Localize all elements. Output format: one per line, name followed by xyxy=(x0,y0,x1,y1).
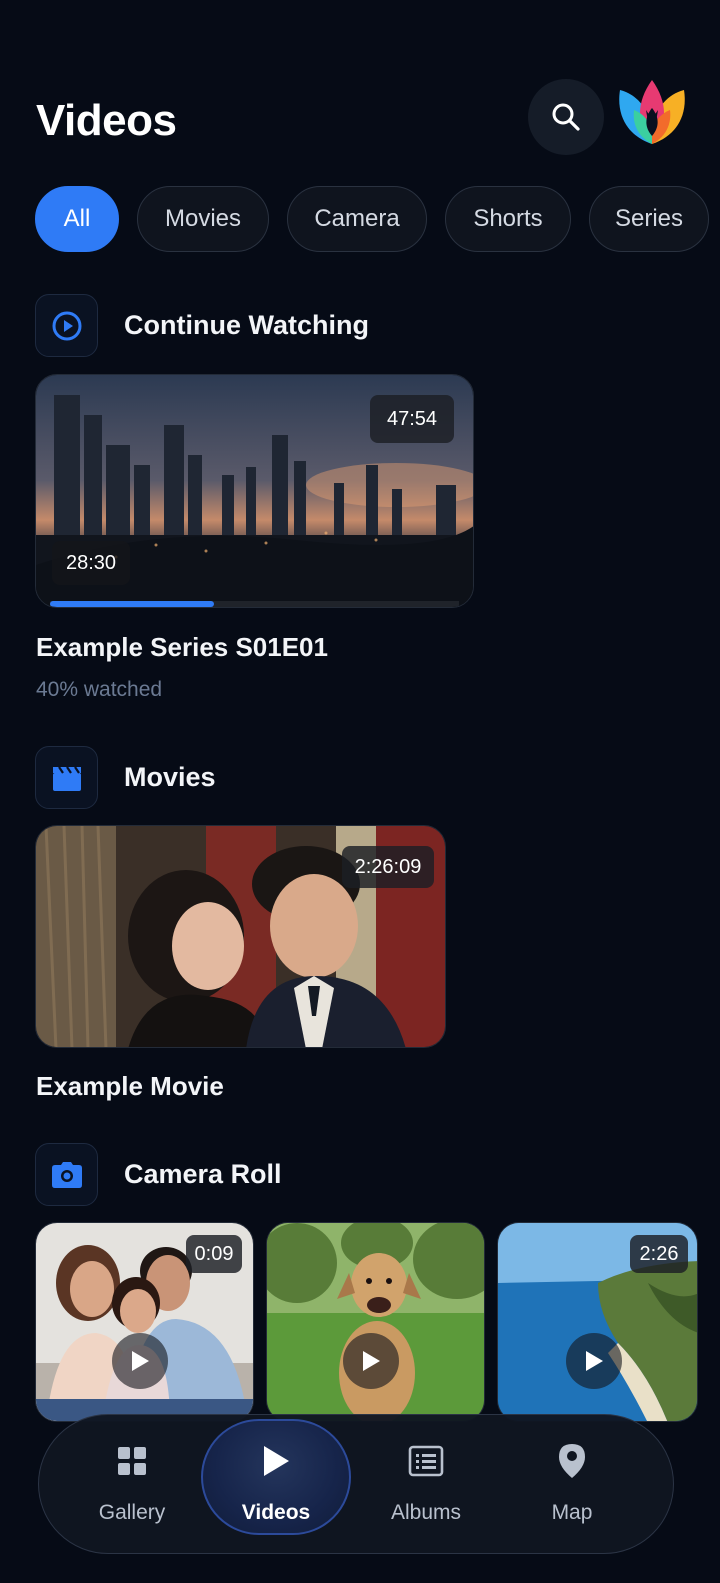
dog-photo-image xyxy=(267,1223,484,1421)
play-button[interactable] xyxy=(112,1333,168,1389)
movie-item-title[interactable]: Example Movie xyxy=(36,1071,224,1102)
nav-item-albums[interactable]: Albums xyxy=(351,1415,501,1555)
filter-chips: All Movies Camera Shorts Series xyxy=(35,186,709,252)
continue-watching-header: Continue Watching xyxy=(35,294,369,357)
play-icon xyxy=(363,1351,380,1371)
continue-item-progress-text: 40% watched xyxy=(36,678,163,701)
chip-series[interactable]: Series xyxy=(589,186,709,252)
movie-thumbnail[interactable]: 2:26:09 xyxy=(35,825,446,1048)
lotus-logo-icon xyxy=(619,80,685,144)
watch-progress-fill xyxy=(50,601,214,607)
nav-label-gallery: Gallery xyxy=(98,1501,166,1524)
position-badge: 28:30 xyxy=(52,541,130,585)
play-icon xyxy=(586,1351,603,1371)
list-icon xyxy=(408,1441,444,1481)
chip-movies[interactable]: Movies xyxy=(137,186,269,252)
duration-badge: 47:54 xyxy=(370,395,454,443)
watch-progress-track xyxy=(50,601,459,607)
chip-camera[interactable]: Camera xyxy=(287,186,427,252)
search-icon xyxy=(552,103,580,131)
play-button[interactable] xyxy=(566,1333,622,1389)
nav-label-map: Map xyxy=(551,1501,593,1524)
nav-label-videos: Videos xyxy=(241,1501,311,1524)
play-circle-icon xyxy=(35,294,98,357)
page-title: Videos xyxy=(36,96,177,145)
camera-video-thumbnail[interactable] xyxy=(266,1222,485,1422)
continue-watching-thumbnail[interactable]: 47:54 28:30 xyxy=(35,374,474,608)
chip-shorts[interactable]: Shorts xyxy=(445,186,571,252)
section-title-continue: Continue Watching xyxy=(124,310,369,340)
play-icon xyxy=(261,1441,291,1481)
section-title-camera-roll: Camera Roll xyxy=(124,1159,282,1189)
camera-roll-header: Camera Roll xyxy=(35,1143,282,1206)
movies-header: Movies xyxy=(35,746,216,809)
camera-duration-badge: 0:09 xyxy=(186,1235,242,1273)
camera-video-thumbnail[interactable]: 2:26 xyxy=(497,1222,698,1422)
nav-item-map[interactable]: Map xyxy=(497,1415,647,1555)
nav-item-videos[interactable]: Videos xyxy=(201,1415,351,1555)
grid-icon xyxy=(116,1441,148,1481)
camera-duration-badge: 2:26 xyxy=(630,1235,688,1273)
movie-duration-badge: 2:26:09 xyxy=(342,846,434,888)
search-button[interactable] xyxy=(528,79,604,155)
clapperboard-icon xyxy=(35,746,98,809)
play-button[interactable] xyxy=(343,1333,399,1389)
nav-item-gallery[interactable]: Gallery xyxy=(57,1415,207,1555)
section-title-movies: Movies xyxy=(124,762,216,792)
app-logo[interactable] xyxy=(614,74,690,154)
camera-icon xyxy=(35,1143,98,1206)
play-icon xyxy=(132,1351,149,1371)
nav-label-albums: Albums xyxy=(390,1501,462,1524)
continue-item-title[interactable]: Example Series S01E01 xyxy=(36,632,328,663)
chip-all[interactable]: All xyxy=(35,186,119,252)
camera-video-thumbnail[interactable]: 0:09 xyxy=(35,1222,254,1422)
bottom-navigation: Gallery Videos Albums Map xyxy=(38,1414,674,1554)
map-pin-icon xyxy=(558,1441,586,1481)
